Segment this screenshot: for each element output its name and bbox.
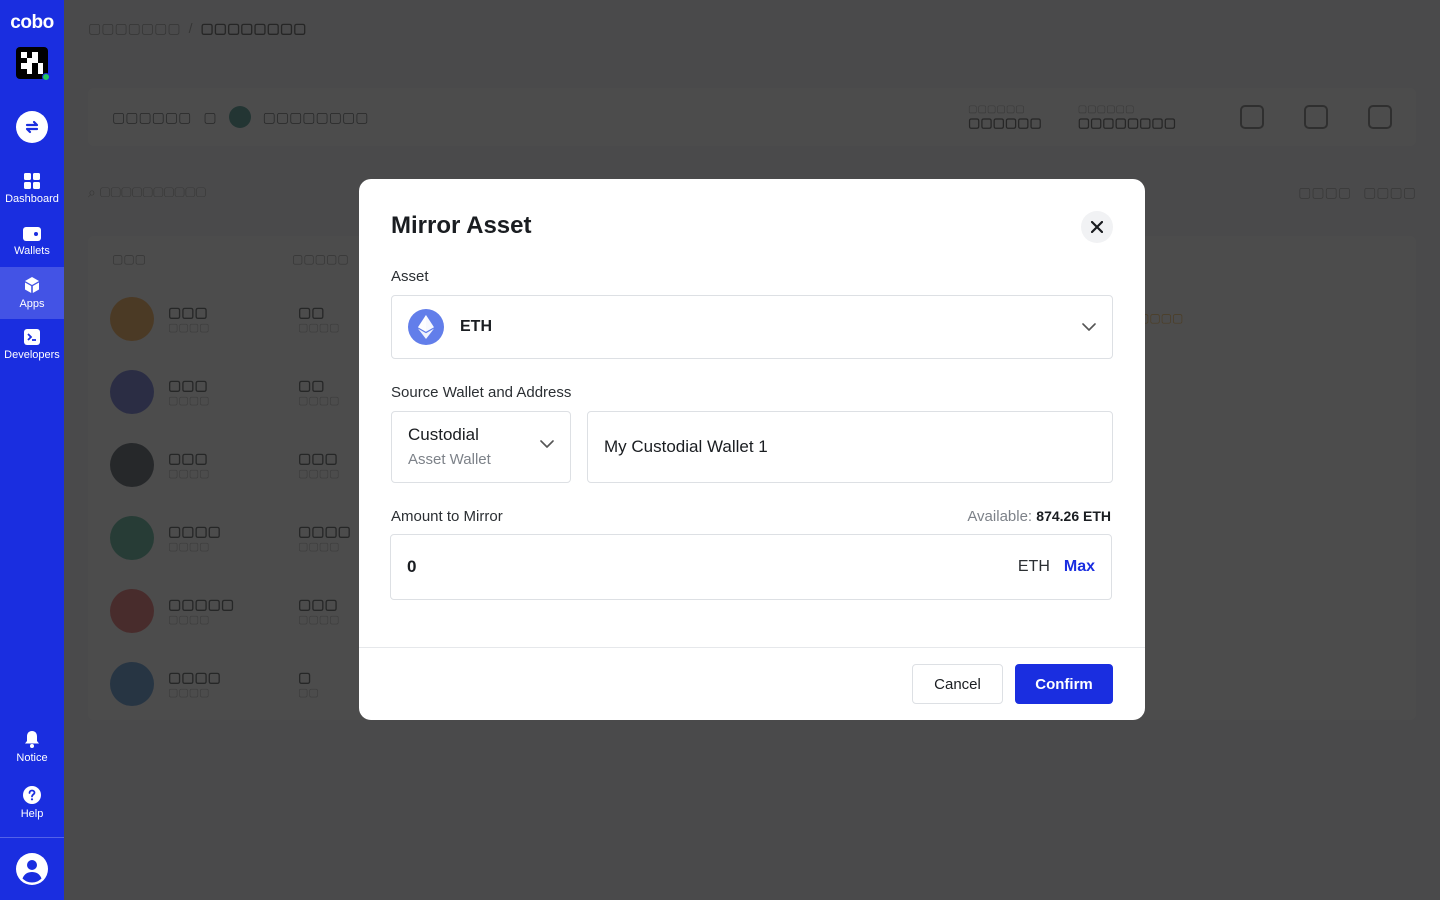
amount-input-value[interactable]: 0 [407, 557, 1018, 577]
bell-icon [25, 731, 39, 748]
cancel-button[interactable]: Cancel [912, 664, 1003, 704]
asset-select-value: ETH [460, 318, 492, 335]
online-status-dot [42, 73, 50, 81]
user-menu-button[interactable] [0, 838, 64, 900]
nav-item-apps[interactable]: Apps [0, 267, 64, 319]
nav-item-help[interactable]: Help [0, 775, 64, 831]
chevron-down-icon [1082, 323, 1096, 331]
eth-icon [408, 309, 444, 345]
nav-item-notice[interactable]: Notice [0, 719, 64, 775]
cube-icon [25, 277, 39, 293]
close-button[interactable] [1081, 211, 1113, 243]
chevron-down-icon [540, 440, 554, 448]
mirror-asset-modal: Mirror Asset Asset ETH Source Wallet and… [359, 179, 1145, 720]
source-wallet-label: Source Wallet and Address [391, 384, 572, 401]
close-icon [1091, 221, 1103, 233]
wallet-type-value: Custodial [408, 425, 479, 444]
nav-bottom: Notice Help [0, 719, 64, 900]
nav-item-dashboard[interactable]: Dashboard [0, 163, 64, 215]
terminal-icon [24, 329, 40, 345]
modal-footer-divider [359, 647, 1145, 648]
amount-label: Amount to Mirror [391, 508, 503, 525]
asset-label: Asset [391, 268, 429, 285]
nav-label: Apps [19, 298, 45, 310]
switch-org-button[interactable] [16, 111, 48, 143]
available-balance: Available: 874.26 ETH [967, 508, 1111, 525]
org-avatar[interactable] [16, 47, 50, 81]
nav-label: Developers [4, 349, 60, 361]
confirm-button[interactable]: Confirm [1015, 664, 1113, 704]
wallet-type-select[interactable]: Custodial Asset Wallet [391, 411, 571, 483]
main-nav: Dashboard Wallets Apps Developers [0, 163, 64, 371]
nav-item-wallets[interactable]: Wallets [0, 215, 64, 267]
amount-input[interactable]: 0 ETH Max [390, 534, 1112, 600]
nav-label: Dashboard [5, 193, 59, 205]
nav-label: Help [20, 808, 44, 820]
wallet-name-value: My Custodial Wallet 1 [604, 437, 768, 456]
help-icon [23, 786, 41, 804]
max-button[interactable]: Max [1064, 558, 1095, 576]
nav-item-developers[interactable]: Developers [0, 319, 64, 371]
cobo-logo: cobo [10, 12, 54, 33]
wallet-icon [23, 226, 41, 241]
sidebar: cobo Dashboard Wallets Apps Developers N… [0, 0, 64, 900]
asset-select[interactable]: ETH [391, 295, 1113, 359]
nav-label: Wallets [14, 244, 50, 257]
available-label: Available: [967, 508, 1033, 525]
dashboard-icon [24, 173, 40, 189]
wallet-subtype-value: Asset Wallet [408, 451, 491, 468]
modal-title: Mirror Asset [391, 212, 532, 239]
amount-unit: ETH [1017, 558, 1050, 575]
nav-label: Notice [16, 752, 48, 764]
swap-icon [25, 120, 39, 134]
wallet-select[interactable]: My Custodial Wallet 1 [587, 411, 1113, 483]
user-avatar-icon [16, 853, 48, 885]
available-value: 874.26 ETH [1036, 508, 1111, 524]
